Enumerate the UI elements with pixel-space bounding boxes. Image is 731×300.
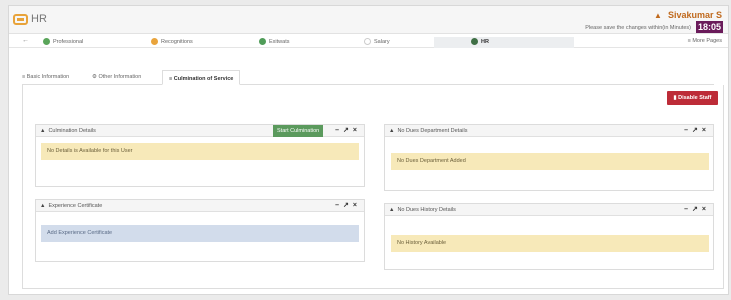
no-dues-history-panel: ▲ No Dues History Details –↗× No History … <box>384 203 714 270</box>
close-icon[interactable]: × <box>702 206 710 213</box>
tab-salary[interactable]: Salary <box>364 38 390 45</box>
expand-icon[interactable]: ↗ <box>692 127 702 134</box>
tab-recognitions[interactable]: Recognitions <box>151 38 193 45</box>
comment-icon: ▲ <box>389 128 395 134</box>
tab-other-information[interactable]: ⚙ Other Information <box>92 74 141 80</box>
start-culmination-button[interactable]: Start Culmination <box>273 125 324 137</box>
disable-staff-button[interactable]: ▮ Disable Staff <box>667 91 718 105</box>
panel-title: No Dues Department Details <box>397 128 468 134</box>
salary-icon <box>364 38 371 45</box>
add-experience-certificate-link[interactable]: Add Experience Certificate <box>41 225 359 242</box>
app-frame: HR ▲ Sivakumar S Please save the changes … <box>8 5 729 295</box>
close-icon[interactable]: × <box>353 202 361 209</box>
active-tab-highlight <box>434 37 574 48</box>
tab-culmination-of-service[interactable]: ≡ Culmination of Service <box>162 70 241 85</box>
session-timer: 18:05 <box>695 21 723 33</box>
user-menu[interactable]: ▲ Sivakumar S <box>654 10 722 20</box>
arrow-left-icon[interactable]: ← <box>22 37 29 44</box>
expand-icon[interactable]: ↗ <box>692 206 702 213</box>
professional-icon <box>43 38 50 45</box>
close-icon[interactable]: × <box>702 127 710 134</box>
more-pages-link[interactable]: ≡ More Pages <box>688 38 722 44</box>
expand-icon[interactable]: ↗ <box>343 202 353 209</box>
expand-icon[interactable]: ↗ <box>343 127 353 134</box>
minimize-icon[interactable]: – <box>335 127 343 134</box>
panel-header: ▲ No Dues History Details –↗× <box>385 204 713 216</box>
panel-header: ▲ Experience Certificate –↗× <box>36 200 364 212</box>
no-dues-department-panel: ▲ No Dues Department Details –↗× No Dues … <box>384 124 714 191</box>
tab-professional[interactable]: Professional <box>43 38 83 45</box>
culmination-details-panel: ▲ Culmination Details Start Culmination –… <box>35 124 365 187</box>
top-header: HR ▲ Sivakumar S Please save the changes … <box>9 6 728 34</box>
experience-certificate-panel: ▲ Experience Certificate –↗× Add Experien… <box>35 199 365 262</box>
user-name: Sivakumar S <box>667 10 722 20</box>
panel-title: Experience Certificate <box>48 203 103 209</box>
no-dues-department-message: No Dues Department Added <box>391 153 709 170</box>
panel-header: ▲ No Dues Department Details –↗× <box>385 125 713 137</box>
panel-title: Culmination Details <box>48 128 96 134</box>
recognitions-icon <box>151 38 158 45</box>
comment-icon: ▲ <box>389 207 395 213</box>
exitwats-icon <box>259 38 266 45</box>
minimize-icon[interactable]: – <box>335 202 343 209</box>
comment-icon: ▲ <box>40 203 46 209</box>
close-icon[interactable]: × <box>353 127 361 134</box>
panel-title: No Dues History Details <box>397 207 456 213</box>
minimize-icon[interactable]: – <box>684 127 692 134</box>
tab-basic-information[interactable]: ≡ Basic Information <box>22 74 69 80</box>
minimize-icon[interactable]: – <box>684 206 692 213</box>
hr-icon <box>471 38 478 45</box>
tab-hr[interactable]: HR <box>471 38 489 45</box>
module-tabs: ← Professional Recognitions Exitwats Sal… <box>9 37 728 48</box>
sub-tabs: ≡ Basic Information ⚙ Other Information … <box>22 70 714 85</box>
hr-logo-icon <box>13 14 28 25</box>
no-dues-history-message: No History Available <box>391 235 709 252</box>
panel-header: ▲ Culmination Details Start Culmination –… <box>36 125 364 137</box>
user-icon: ▲ <box>654 11 662 20</box>
culmination-message: No Details is Available for this User <box>41 143 359 160</box>
app-name: HR <box>31 13 47 25</box>
comment-icon: ▲ <box>40 128 46 134</box>
save-reminder: Please save the changes within(in Minute… <box>585 25 691 31</box>
tab-exitwats[interactable]: Exitwats <box>259 38 289 45</box>
